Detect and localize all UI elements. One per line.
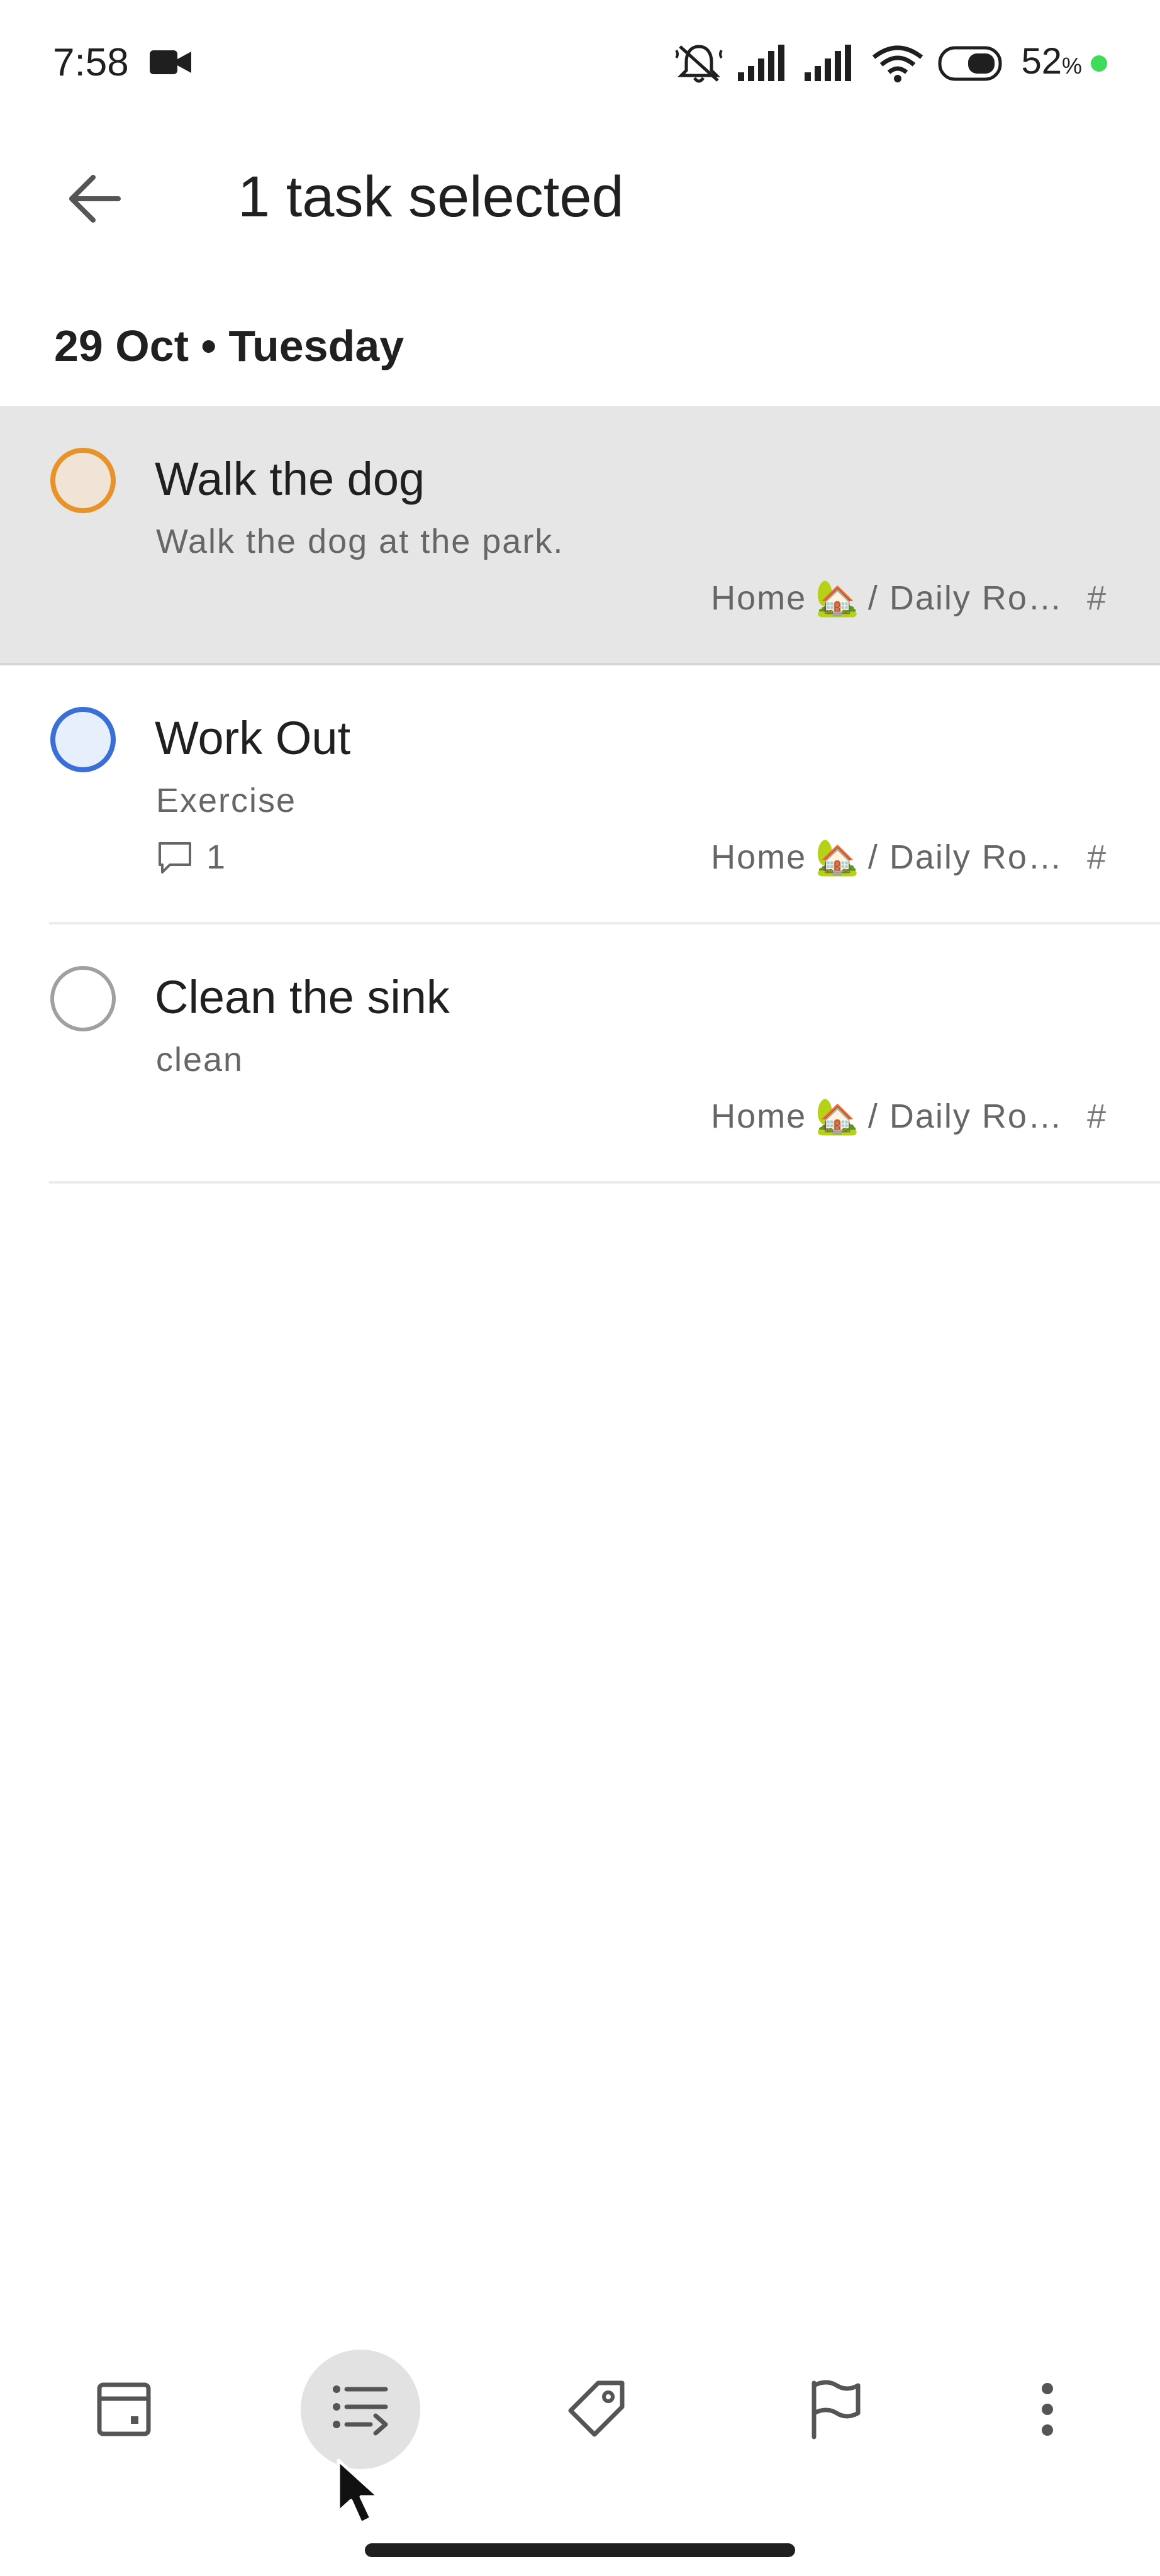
page-title: 1 task selected: [238, 165, 624, 229]
task-complete-checkbox[interactable]: [50, 966, 116, 1031]
schedule-icon: [97, 2382, 151, 2436]
task-title: Clean the sink: [155, 971, 450, 1023]
project-name: Home: [711, 1097, 807, 1135]
battery-percent-value: 52: [1021, 40, 1062, 82]
hash-icon: #: [1086, 579, 1107, 617]
comment-icon: [159, 842, 191, 874]
signal-icon: [738, 45, 785, 81]
bell-muted-icon: [675, 45, 723, 83]
move-to-project-button[interactable]: [301, 2350, 420, 2469]
task-title: Walk the dog: [155, 453, 425, 505]
status-icons: 52%: [674, 40, 1107, 87]
label-button[interactable]: [537, 2350, 657, 2469]
task-project: Home 🏡 / Daily Ro… #: [711, 1094, 1107, 1138]
divider: [49, 1181, 1160, 1184]
schedule-button[interactable]: [64, 2350, 184, 2469]
house-emoji-icon: 🏡: [815, 578, 859, 618]
app-bar: 1 task selected: [0, 126, 1160, 264]
priority-flag-icon: [811, 2380, 861, 2440]
task-description: Exercise: [156, 782, 297, 819]
task-project: Home 🏡 / Daily Ro… #: [711, 835, 1107, 879]
project-name: Home: [711, 579, 807, 617]
task-description: Walk the dog at the park.: [156, 523, 564, 560]
house-emoji-icon: 🏡: [815, 837, 859, 877]
task-comments: 1: [156, 835, 225, 879]
project-section: / Daily Ro…: [867, 1097, 1063, 1135]
project-section: / Daily Ro…: [867, 838, 1063, 876]
back-button[interactable]: [57, 161, 132, 236]
home-indicator[interactable]: [365, 2543, 795, 2557]
charging-dot: [1091, 55, 1107, 72]
task-complete-checkbox[interactable]: [50, 448, 116, 513]
task-row[interactable]: Walk the dog Walk the dog at the park. H…: [0, 406, 1160, 665]
status-time: 7:58: [53, 41, 129, 84]
task-complete-checkbox[interactable]: [50, 707, 116, 772]
battery-icon: [938, 46, 1002, 81]
video-record-icon: [150, 50, 191, 74]
project-section: / Daily Ro…: [867, 579, 1063, 617]
project-name: Home: [711, 838, 807, 876]
battery-percent-unit: %: [1061, 52, 1082, 79]
hash-icon: #: [1086, 838, 1107, 876]
wifi-icon: [873, 45, 923, 82]
more-options-icon: [1042, 2383, 1053, 2436]
arrow-left-icon: [69, 175, 121, 223]
mouse-cursor-icon: [337, 2458, 381, 2525]
task-list: Walk the dog Walk the dog at the park. H…: [0, 406, 1160, 1184]
move-to-project-icon: [333, 2385, 388, 2436]
more-options-button[interactable]: [988, 2350, 1107, 2469]
battery-percentage: 52%: [1021, 40, 1082, 88]
date-section-header: 29 Oct • Tuesday: [54, 321, 404, 370]
label-icon: [568, 2380, 625, 2437]
task-description: clean: [156, 1041, 244, 1079]
priority-button[interactable]: [775, 2350, 895, 2469]
comment-count: 1: [206, 838, 226, 876]
status-bar: 7:58 52%: [0, 0, 1160, 126]
task-row[interactable]: Clean the sink clean Home 🏡 / Daily Ro… …: [0, 924, 1160, 1184]
house-emoji-icon: 🏡: [815, 1096, 859, 1136]
bottom-toolbar: [0, 2350, 1160, 2519]
hash-icon: #: [1086, 1097, 1107, 1135]
task-project: Home 🏡 / Daily Ro… #: [711, 576, 1107, 620]
signal-icon: [805, 45, 852, 81]
task-title: Work Out: [155, 712, 351, 764]
task-row[interactable]: Work Out Exercise 1 Home 🏡 / Daily Ro… #: [0, 665, 1160, 924]
